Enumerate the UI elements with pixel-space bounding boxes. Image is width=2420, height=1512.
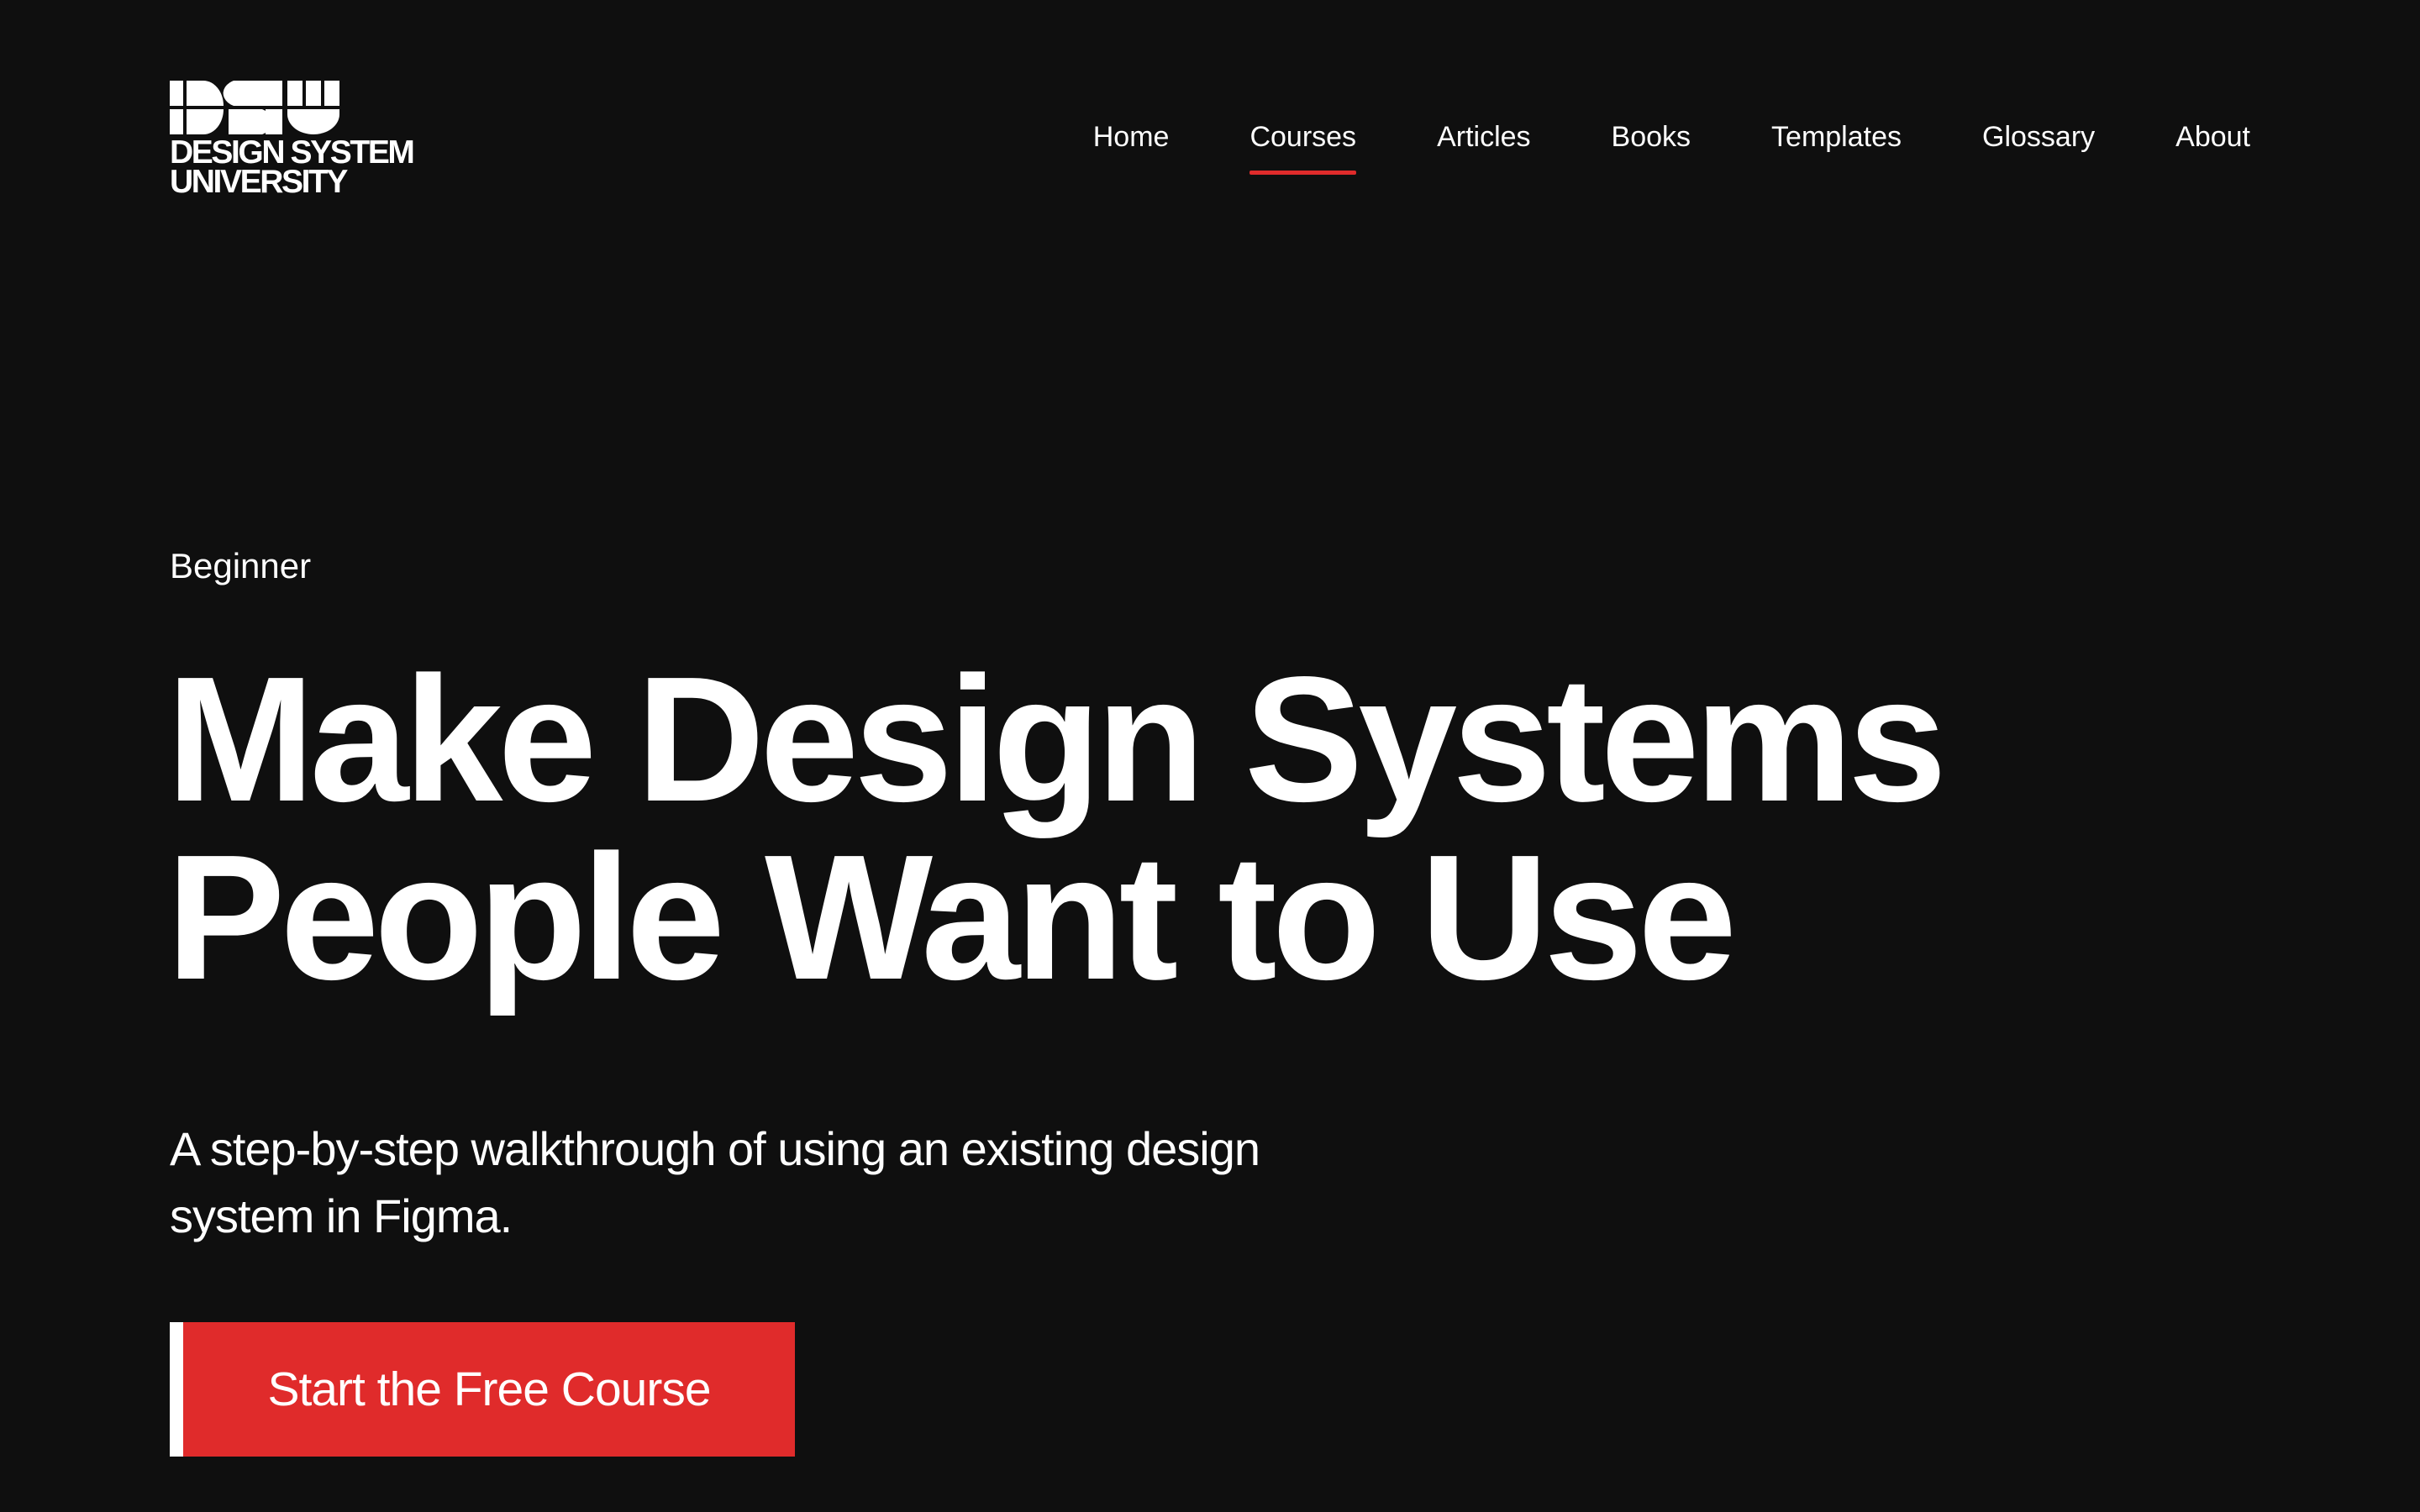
start-course-button[interactable]: Start the Free Course bbox=[170, 1322, 795, 1457]
hero-subtitle: A step-by-step walkthrough of using an e… bbox=[170, 1122, 1260, 1242]
logo-line-2: UNIVERSITY bbox=[170, 164, 348, 200]
nav-item-templates[interactable]: Templates bbox=[1771, 116, 1902, 158]
hero-headline-line-2: People Want to Use bbox=[166, 817, 1737, 1016]
main-nav: Home Courses Articles Books Templates Gl… bbox=[1093, 116, 2250, 175]
dsu-monogram-icon bbox=[170, 81, 339, 134]
nav-item-home[interactable]: Home bbox=[1093, 116, 1170, 158]
nav-item-glossary[interactable]: Glossary bbox=[1982, 116, 2095, 158]
start-course-button-label: Start the Free Course bbox=[267, 1362, 711, 1416]
logo-wordmark: DESIGN SYSTEM UNIVERSITY bbox=[170, 134, 455, 200]
course-level-label: Beginner bbox=[170, 546, 312, 585]
site-logo[interactable]: DESIGN SYSTEM UNIVERSITY bbox=[170, 81, 455, 200]
hero-headline: Make Design Systems People Want to Use bbox=[166, 650, 2183, 1006]
page: DESIGN SYSTEM UNIVERSITY Home Courses Ar… bbox=[0, 0, 2420, 1512]
hero-headline-line-1: Make Design Systems bbox=[166, 639, 1947, 838]
nav-item-courses[interactable]: Courses bbox=[1249, 116, 1356, 175]
nav-item-articles[interactable]: Articles bbox=[1437, 116, 1530, 158]
logo-line-1: DESIGN SYSTEM bbox=[170, 134, 415, 171]
nav-item-about[interactable]: About bbox=[2175, 116, 2250, 158]
nav-item-books[interactable]: Books bbox=[1612, 116, 1691, 158]
